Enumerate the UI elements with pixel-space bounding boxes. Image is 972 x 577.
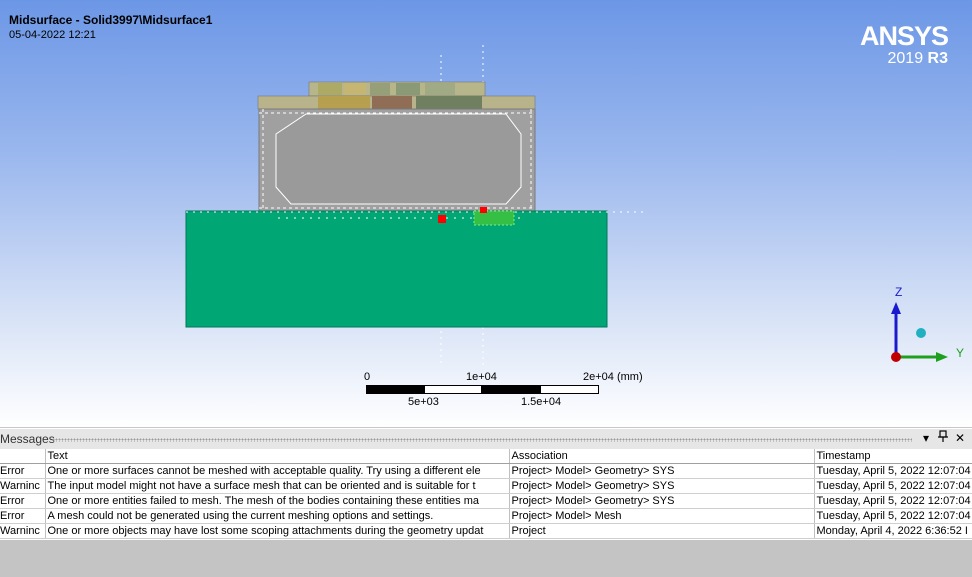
column-header-type[interactable] (0, 449, 46, 464)
message-association: Project (509, 523, 815, 539)
message-association: Project> Model> Geometry> SYS (509, 478, 815, 494)
message-text: A mesh could not be generated using the … (45, 508, 510, 524)
error-marker[interactable] (438, 215, 446, 223)
panel-grip[interactable] (52, 438, 912, 442)
main-body[interactable] (258, 108, 536, 212)
column-header-timestamp[interactable]: Timestamp (814, 449, 972, 464)
message-type: Warninc (0, 478, 46, 494)
scale-label: 1.5e+04 (521, 396, 562, 408)
message-timestamp: Monday, April 4, 2022 6:36:52 I (814, 523, 972, 539)
message-text: One or more objects may have lost some s… (45, 523, 510, 539)
panel-menu-icon[interactable]: ▾ (923, 431, 929, 445)
column-header-association[interactable]: Association (509, 449, 815, 464)
message-type: Error (0, 508, 46, 524)
message-timestamp: Tuesday, April 5, 2022 12:07:04 (814, 493, 972, 509)
table-row[interactable]: Warninc One or more objects may have los… (0, 523, 972, 539)
scale-segment (424, 385, 482, 394)
base-slab[interactable] (185, 210, 648, 328)
scale-segment (482, 385, 540, 394)
message-association: Project> Model> Mesh (509, 508, 815, 524)
close-icon[interactable]: ✕ (955, 431, 965, 445)
message-type: Warninc (0, 523, 46, 539)
messages-table[interactable]: Text Association Timestamp Error One or … (0, 449, 972, 539)
error-marker[interactable] (480, 207, 487, 213)
message-timestamp: Tuesday, April 5, 2022 12:07:04 (814, 508, 972, 524)
scale-segment (366, 385, 424, 394)
scale-label: 1e+04 (466, 371, 497, 383)
table-row[interactable]: Error One or more surfaces cannot be mes… (0, 463, 972, 479)
message-timestamp: Tuesday, April 5, 2022 12:07:04 (814, 478, 972, 494)
scale-label: 5e+03 (408, 396, 439, 408)
messages-panel-header: Messages ▾ ✕ (0, 428, 972, 450)
message-association: Project> Model> Geometry> SYS (509, 493, 815, 509)
empty-area (0, 540, 972, 577)
message-text: The input model might not have a surface… (45, 478, 510, 494)
message-association: Project> Model> Geometry> SYS (509, 463, 815, 479)
table-row[interactable]: Error One or more entities failed to mes… (0, 493, 972, 509)
table-row[interactable]: Warninc The input model might not have a… (0, 478, 972, 494)
message-type: Error (0, 493, 46, 509)
axis-z-label: Z (895, 285, 903, 299)
scale-segment (540, 385, 599, 394)
messages-panel: Messages ▾ ✕ Text Association Timestamp … (0, 428, 972, 540)
table-row[interactable]: Error A mesh could not be generated usin… (0, 508, 972, 524)
message-text: One or more entities failed to mesh. The… (45, 493, 510, 509)
message-timestamp: Tuesday, April 5, 2022 12:07:04 (814, 463, 972, 479)
axis-y-label: Y (956, 346, 965, 360)
table-header-row: Text Association Timestamp (0, 449, 972, 464)
scale-label: 0 (364, 371, 371, 383)
column-header-text[interactable]: Text (45, 449, 510, 464)
graphics-viewport[interactable]: Midsurface - Solid3997\Midsurface1 05-04… (0, 0, 972, 427)
top-strip[interactable] (257, 81, 536, 110)
scale-label: 2e+04 (mm) (583, 371, 643, 383)
message-text: One or more surfaces cannot be meshed wi… (45, 463, 510, 479)
scale-ruler: 0 1e+04 2e+04 (mm) 5e+03 1.5e+04 (360, 371, 660, 411)
messages-panel-title: Messages (0, 432, 55, 446)
model-geometry[interactable] (0, 0, 972, 427)
pin-icon[interactable] (938, 430, 948, 446)
axis-triad[interactable]: Z Y (882, 282, 972, 372)
message-type: Error (0, 463, 46, 479)
